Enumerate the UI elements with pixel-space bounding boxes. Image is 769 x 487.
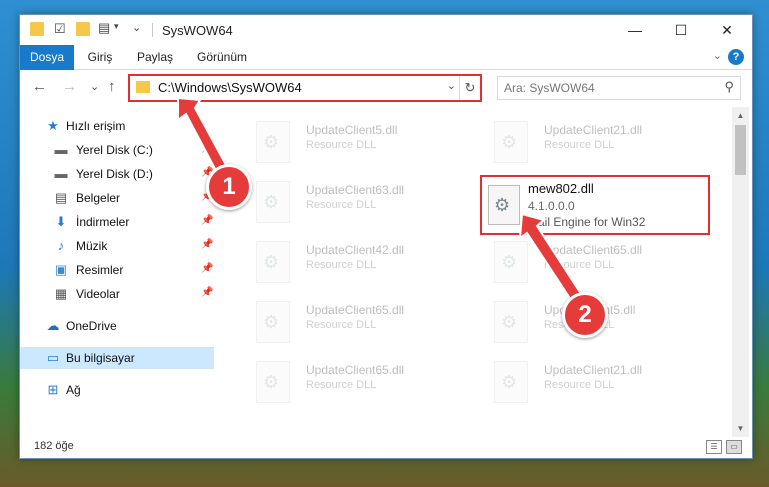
arrow-2: [518, 212, 587, 308]
step-badge-1: 1: [206, 164, 252, 210]
annotation-overlay: [177, 96, 587, 308]
step-badge-2: 2: [562, 292, 608, 338]
